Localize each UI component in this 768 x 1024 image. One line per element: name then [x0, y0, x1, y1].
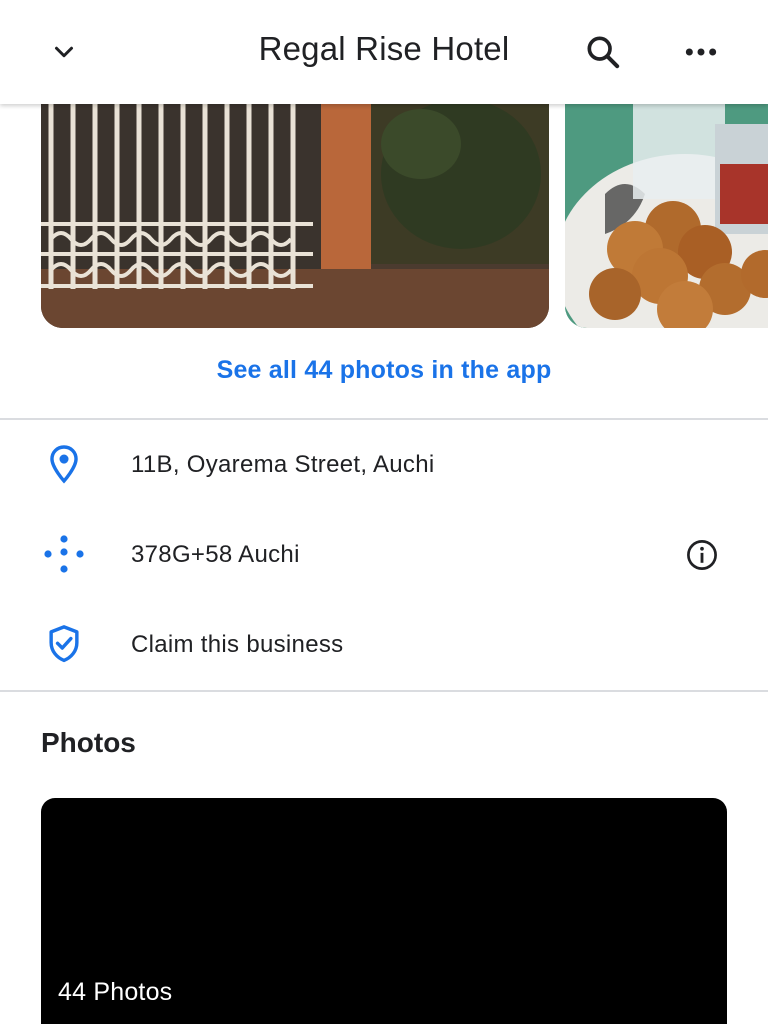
place-page: Regal Rise Hotel See all 44 photos in th…	[0, 0, 768, 1024]
divider	[0, 690, 768, 692]
search-button[interactable]	[575, 24, 631, 80]
more-options-button[interactable]	[673, 24, 729, 80]
plus-code-row[interactable]: 378G+58 Auchi	[0, 514, 768, 594]
plus-code-text: 378G+58 Auchi	[131, 541, 300, 568]
plus-code-info-button[interactable]	[683, 536, 721, 574]
claim-business-text: Claim this business	[131, 631, 344, 658]
gate-photo-image	[41, 104, 549, 328]
claim-business-row[interactable]: Claim this business	[0, 604, 768, 684]
see-all-photos-link[interactable]: See all 44 photos in the app	[0, 356, 768, 385]
plus-code-icon	[40, 534, 88, 574]
page-title: Regal Rise Hotel	[258, 30, 510, 67]
top-app-bar: Regal Rise Hotel	[0, 0, 768, 104]
location-pin-icon	[40, 444, 88, 484]
photos-card[interactable]: 44 Photos	[41, 798, 727, 1024]
carousel-photo-food[interactable]	[565, 104, 768, 328]
address-text: 11B, Oyarema Street, Auchi	[131, 451, 435, 478]
info-icon	[687, 540, 717, 570]
address-row[interactable]: 11B, Oyarema Street, Auchi	[0, 424, 768, 504]
food-photo-image	[565, 104, 768, 328]
photos-section-title: Photos	[41, 727, 136, 758]
photos-count-label: 44 Photos	[58, 978, 173, 1006]
shield-check-icon	[40, 624, 88, 664]
divider	[0, 418, 768, 420]
photo-carousel[interactable]	[0, 104, 768, 330]
more-horizontal-icon	[685, 48, 717, 56]
carousel-photo-gate[interactable]	[41, 104, 549, 328]
search-icon	[587, 36, 620, 69]
